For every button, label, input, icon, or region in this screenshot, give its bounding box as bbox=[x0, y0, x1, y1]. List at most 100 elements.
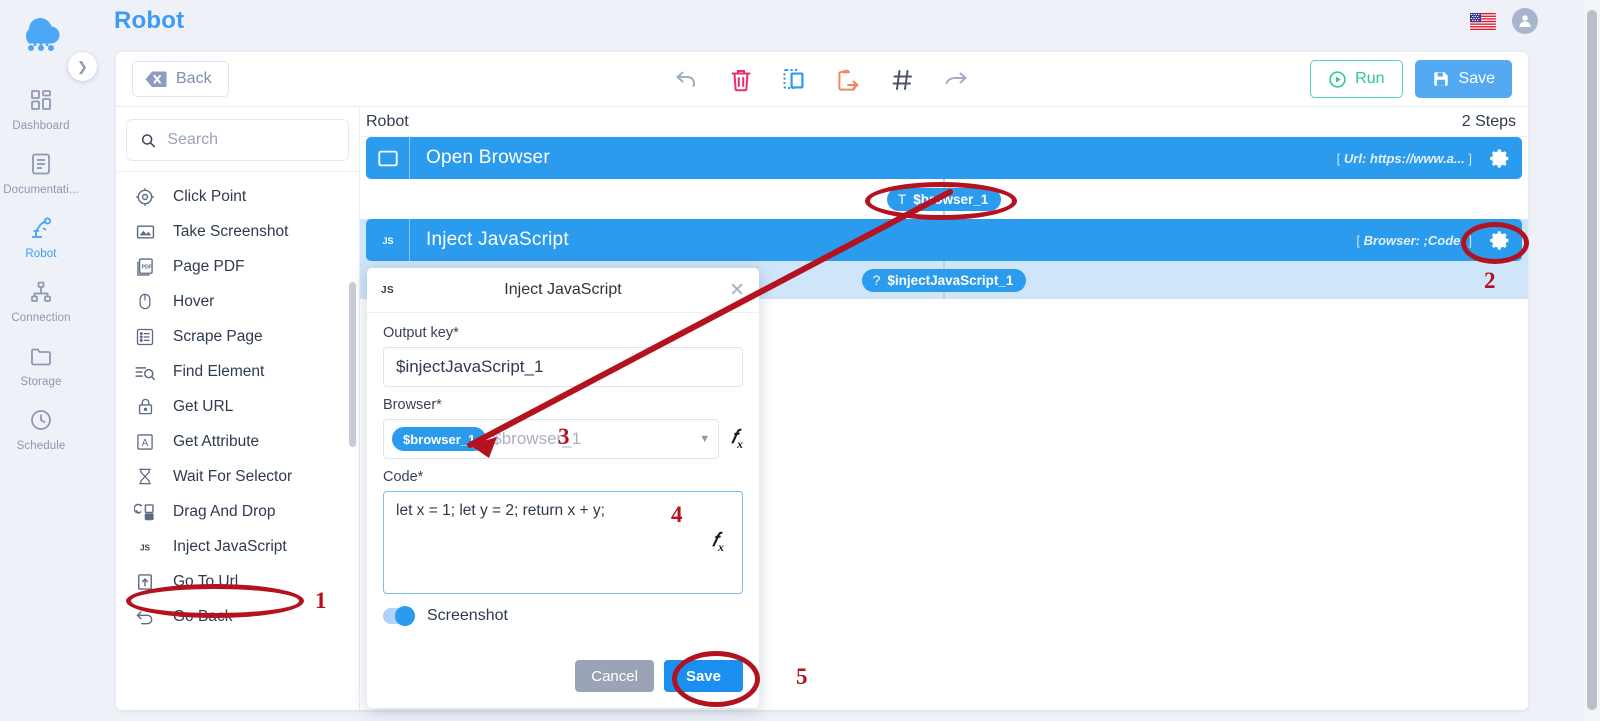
action-item-click-point[interactable]: Click Point bbox=[116, 179, 359, 214]
sidebar-item-label: Documentati... bbox=[3, 184, 79, 196]
copy-icon[interactable] bbox=[782, 67, 808, 93]
action-item-label: Get Attribute bbox=[173, 432, 260, 450]
editor-toolbar: Back Run Save bbox=[116, 52, 1528, 107]
action-item-find-element[interactable]: Find Element bbox=[116, 354, 359, 389]
variable-pill-label: $injectJavaScript_1 bbox=[887, 272, 1014, 288]
clock-icon bbox=[28, 407, 54, 433]
run-button[interactable]: Run bbox=[1310, 60, 1403, 98]
action-item-label: Page PDF bbox=[173, 257, 245, 275]
step-meta: [ Url: https://www.a... ] bbox=[1337, 151, 1484, 166]
fx-icon[interactable]: 𝑓x bbox=[712, 530, 724, 555]
variable-pill-browser[interactable]: T $browser_1 bbox=[886, 187, 1002, 211]
variable-pill-injectjs[interactable]: ? $injectJavaScript_1 bbox=[861, 268, 1027, 292]
page-scrollbar-thumb[interactable] bbox=[1587, 10, 1597, 710]
action-list-scrollbar[interactable] bbox=[349, 282, 356, 447]
field-browser: Browser* $browser_1 $browser_1 ▼ 𝑓x bbox=[383, 397, 743, 459]
step-meta-open: [ bbox=[1336, 150, 1341, 166]
dashboard-icon bbox=[28, 87, 54, 113]
browser-chip[interactable]: $browser_1 bbox=[392, 427, 487, 451]
action-item-go-back[interactable]: Go Back bbox=[116, 599, 359, 634]
field-label: Browser* bbox=[383, 397, 442, 413]
crosshair-icon bbox=[134, 186, 156, 208]
sidebar-item-connection[interactable]: Connection bbox=[0, 270, 82, 334]
sidebar-item-label: Robot bbox=[25, 248, 57, 260]
back-button[interactable]: Back bbox=[132, 61, 229, 97]
code-textarea[interactable]: let x = 1; let y = 2; return x + y; 𝑓x bbox=[383, 491, 743, 594]
js-icon: JS bbox=[366, 219, 410, 261]
paste-icon[interactable] bbox=[836, 67, 862, 93]
output-key-input[interactable]: $injectJavaScript_1 bbox=[383, 347, 743, 387]
run-button-label: Run bbox=[1355, 70, 1385, 87]
close-icon[interactable]: ✕ bbox=[729, 281, 745, 300]
action-item-go-to-url[interactable]: Go To Url bbox=[116, 564, 359, 599]
chevron-down-icon[interactable]: ▼ bbox=[699, 433, 710, 445]
document-icon bbox=[28, 151, 54, 177]
app-root: Dashboard Documentati... Robot Connectio… bbox=[0, 0, 1600, 721]
sidebar-item-robot[interactable]: Robot bbox=[0, 206, 82, 270]
step-meta-open: [ bbox=[1356, 232, 1360, 248]
step-meta: [ Browser: ;Code: ] bbox=[1356, 233, 1484, 248]
action-item-inject-javascript[interactable]: JS Inject JavaScript bbox=[116, 529, 359, 564]
action-item-get-text[interactable]: Get Text bbox=[116, 172, 359, 179]
main-card: Back Run Save Search Click Point Take Sc… bbox=[116, 52, 1528, 710]
action-item-hover[interactable]: Hover bbox=[116, 284, 359, 319]
workflow-step[interactable]: Open Browser [ Url: https://www.a... ] bbox=[366, 137, 1522, 179]
dialog-save-button[interactable]: Save bbox=[663, 660, 743, 692]
action-item-label: Find Element bbox=[173, 362, 265, 380]
browser-placeholder: $browser_1 bbox=[492, 429, 582, 448]
screenshot-toggle[interactable] bbox=[383, 606, 415, 626]
svg-text:JS: JS bbox=[382, 236, 393, 246]
action-item-scrape-page[interactable]: Scrape Page bbox=[116, 319, 359, 354]
action-item-wait-for-selector[interactable]: Wait For Selector bbox=[116, 459, 359, 494]
us-flag-icon[interactable] bbox=[1470, 12, 1496, 30]
action-item-take-screenshot[interactable]: Take Screenshot bbox=[116, 214, 359, 249]
redo-icon[interactable] bbox=[944, 67, 970, 93]
action-item-get-attribute[interactable]: A Get Attribute bbox=[116, 424, 359, 459]
action-item-get-url[interactable]: Get URL bbox=[116, 389, 359, 424]
action-item-drag-and-drop[interactable]: Drag And Drop bbox=[116, 494, 359, 529]
browser-select[interactable]: $browser_1 $browser_1 ▼ bbox=[383, 419, 720, 459]
fx-icon[interactable]: 𝑓x bbox=[731, 427, 743, 452]
save-button[interactable]: Save bbox=[1414, 60, 1512, 98]
dialog-footer: Cancel Save bbox=[367, 660, 759, 708]
gear-icon[interactable] bbox=[1484, 137, 1522, 179]
top-bar-right bbox=[1470, 8, 1600, 34]
screenshot-toggle-row: Screenshot bbox=[383, 606, 743, 626]
app-logo bbox=[9, 4, 73, 56]
sidebar-item-storage[interactable]: Storage bbox=[0, 334, 82, 398]
sidebar-item-documentation[interactable]: Documentati... bbox=[0, 142, 82, 206]
cancel-button[interactable]: Cancel bbox=[575, 660, 654, 692]
inject-javascript-dialog: JS Inject JavaScript ✕ Output key* $inje… bbox=[367, 268, 759, 708]
js-icon: JS bbox=[134, 536, 156, 558]
workflow-step[interactable]: JS Inject JavaScript [ Browser: ;Code: ] bbox=[366, 219, 1522, 261]
field-output-key: Output key* $injectJavaScript_1 bbox=[383, 325, 743, 387]
svg-text:PDF: PDF bbox=[142, 264, 152, 270]
search-input[interactable] bbox=[167, 131, 335, 149]
action-item-label: Go To Url bbox=[173, 572, 239, 590]
gear-icon[interactable] bbox=[1484, 219, 1522, 261]
step-meta-body: Url: https://www.a... bbox=[1343, 150, 1465, 166]
breadcrumb: Robot bbox=[366, 112, 409, 130]
pdf-icon: PDF bbox=[134, 256, 156, 278]
letter-a-icon: A bbox=[134, 431, 156, 453]
canvas-header: Robot 2 Steps bbox=[360, 107, 1528, 137]
image-icon bbox=[134, 221, 156, 243]
lock-icon bbox=[134, 396, 156, 418]
action-item-label: Get URL bbox=[173, 397, 234, 415]
editor-body: Upload File Get Text bbox=[116, 107, 1528, 710]
trash-icon[interactable] bbox=[728, 67, 754, 93]
action-item-label: Wait For Selector bbox=[173, 467, 293, 485]
sidebar-item-schedule[interactable]: Schedule bbox=[0, 398, 82, 462]
sidebar-item-dashboard[interactable]: Dashboard bbox=[0, 78, 82, 142]
undo-icon[interactable] bbox=[674, 67, 700, 93]
action-item-page-pdf[interactable]: PDF Page PDF bbox=[116, 249, 359, 284]
chevron-right-icon[interactable]: ❯ bbox=[68, 52, 97, 81]
left-nav-rail: Dashboard Documentati... Robot Connectio… bbox=[0, 0, 82, 721]
search-box[interactable] bbox=[126, 119, 349, 161]
dialog-title: Inject JavaScript bbox=[504, 281, 622, 298]
variable-type-glyph: T bbox=[897, 191, 907, 207]
find-element-icon bbox=[134, 361, 156, 383]
hash-icon[interactable] bbox=[890, 67, 916, 93]
user-avatar-icon[interactable] bbox=[1512, 8, 1538, 34]
step-meta-close: ] bbox=[1468, 150, 1472, 166]
